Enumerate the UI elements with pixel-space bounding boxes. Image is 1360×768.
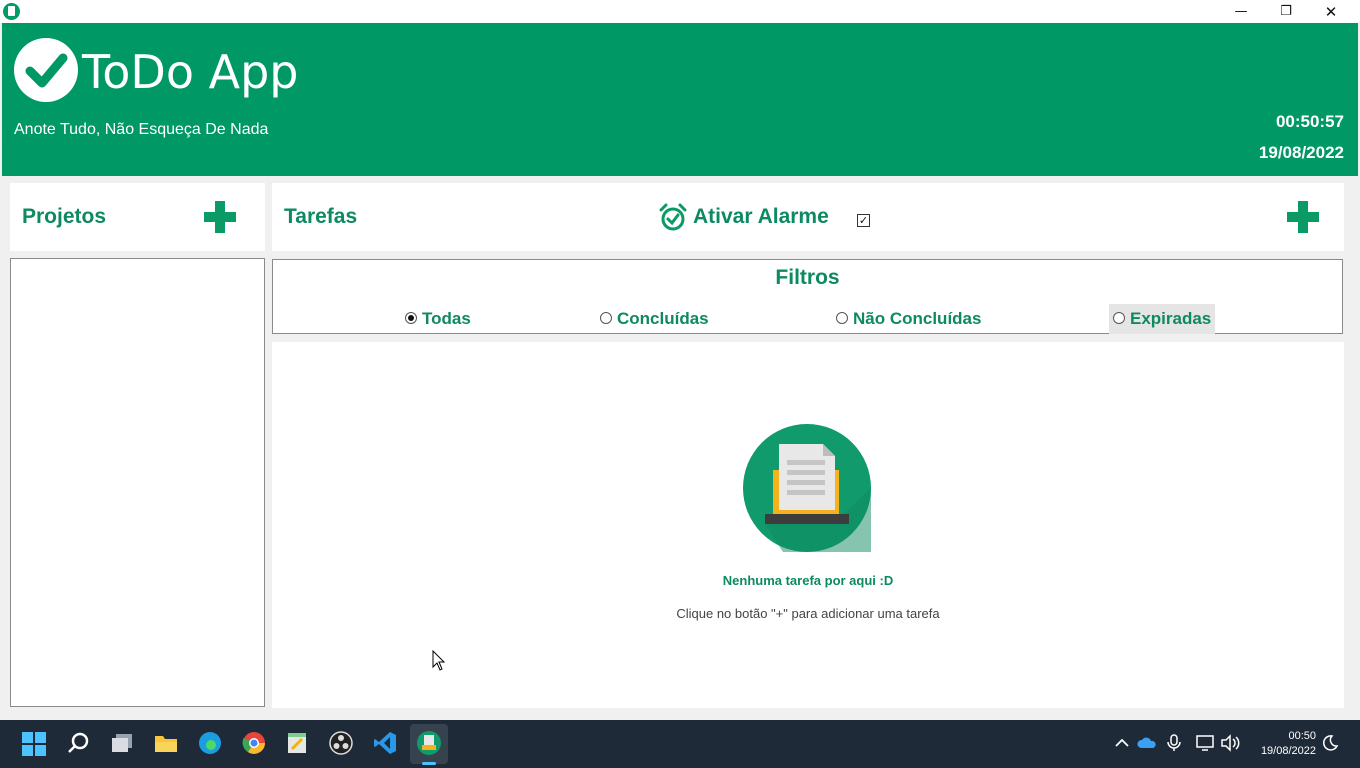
- radio-icon: [600, 311, 612, 324]
- empty-document-laptop-icon: [743, 424, 871, 552]
- network-icon[interactable]: [1195, 734, 1215, 752]
- tasks-title: Tarefas: [284, 205, 358, 228]
- vscode-icon[interactable]: [372, 730, 398, 756]
- projects-title: Projetos: [22, 205, 107, 228]
- filter-label: Não Concluídas: [853, 309, 982, 328]
- alarm-label: Ativar Alarme: [693, 205, 829, 228]
- volume-icon[interactable]: [1220, 734, 1240, 752]
- task-view-icon[interactable]: [110, 730, 136, 756]
- taskbar-clock[interactable]: 00:50 19/08/2022: [1246, 729, 1316, 759]
- empty-state-title: Nenhuma tarefa por aqui :D: [722, 573, 894, 588]
- microphone-icon[interactable]: [1166, 734, 1182, 752]
- filter-nao-concluidas-radio[interactable]: Não Concluídas: [836, 304, 981, 334]
- notification-moon-icon[interactable]: [1321, 734, 1339, 752]
- minimize-button[interactable]: —: [1218, 0, 1264, 23]
- active-app-indicator: [422, 762, 436, 765]
- obs-studio-icon[interactable]: [328, 730, 354, 756]
- filter-expiradas-radio[interactable]: Expiradas: [1109, 304, 1216, 334]
- chrome-browser-icon[interactable]: [241, 730, 267, 756]
- window-titlebar: — ❐ ✕: [0, 0, 1360, 23]
- app-subtitle: Anote Tudo, Não Esqueça De Nada: [14, 121, 269, 138]
- edge-browser-icon[interactable]: [197, 730, 223, 756]
- filters-title: Filtros: [775, 266, 840, 289]
- add-project-button[interactable]: [204, 201, 236, 233]
- alarm-clock-icon: [659, 203, 687, 231]
- maximize-button[interactable]: ❐: [1263, 0, 1309, 23]
- filter-label: Todas: [422, 309, 471, 328]
- projects-list[interactable]: [10, 258, 265, 707]
- check-logo-icon: [14, 38, 78, 102]
- add-task-button[interactable]: [1287, 201, 1319, 233]
- projects-header: Projetos: [10, 183, 265, 251]
- clock-date: 19/08/2022: [1258, 143, 1344, 162]
- chevron-up-icon[interactable]: [1113, 734, 1131, 752]
- filter-concluidas-radio[interactable]: Concluídas: [600, 304, 709, 334]
- taskbar: 00:50 19/08/2022: [0, 720, 1360, 768]
- start-menu-icon[interactable]: [22, 732, 46, 756]
- radio-icon: [836, 311, 848, 324]
- tasks-header: Tarefas Ativar Alarme ✓: [272, 183, 1344, 251]
- clock-time: 00:50:57: [1275, 112, 1344, 131]
- taskbar-date: 19/08/2022: [1260, 745, 1316, 757]
- radio-icon: [1113, 311, 1125, 324]
- app-header: ToDo App Anote Tudo, Não Esqueça De Nada…: [2, 23, 1358, 176]
- search-icon[interactable]: [66, 730, 92, 756]
- alarm-checkbox[interactable]: ✓: [857, 214, 870, 227]
- taskbar-time: 00:50: [1288, 730, 1316, 742]
- app-icon: [3, 3, 20, 20]
- filter-todas-radio[interactable]: Todas: [405, 304, 471, 334]
- mouse-cursor-icon: [432, 650, 446, 671]
- filter-label: Concluídas: [617, 309, 709, 328]
- close-button[interactable]: ✕: [1308, 0, 1354, 23]
- file-explorer-icon[interactable]: [153, 730, 179, 756]
- onedrive-cloud-icon[interactable]: [1137, 734, 1157, 752]
- todo-app-taskbar-icon[interactable]: [416, 730, 442, 756]
- radio-selected-icon: [405, 311, 417, 324]
- app-title: ToDo App: [82, 45, 299, 99]
- filters-panel: Filtros Todas Concluídas Não Concluídas …: [272, 259, 1343, 334]
- filter-label: Expiradas: [1130, 309, 1212, 328]
- notepad-icon[interactable]: [284, 730, 310, 756]
- empty-state-subtitle: Clique no botão "+" para adicionar uma t…: [676, 606, 940, 621]
